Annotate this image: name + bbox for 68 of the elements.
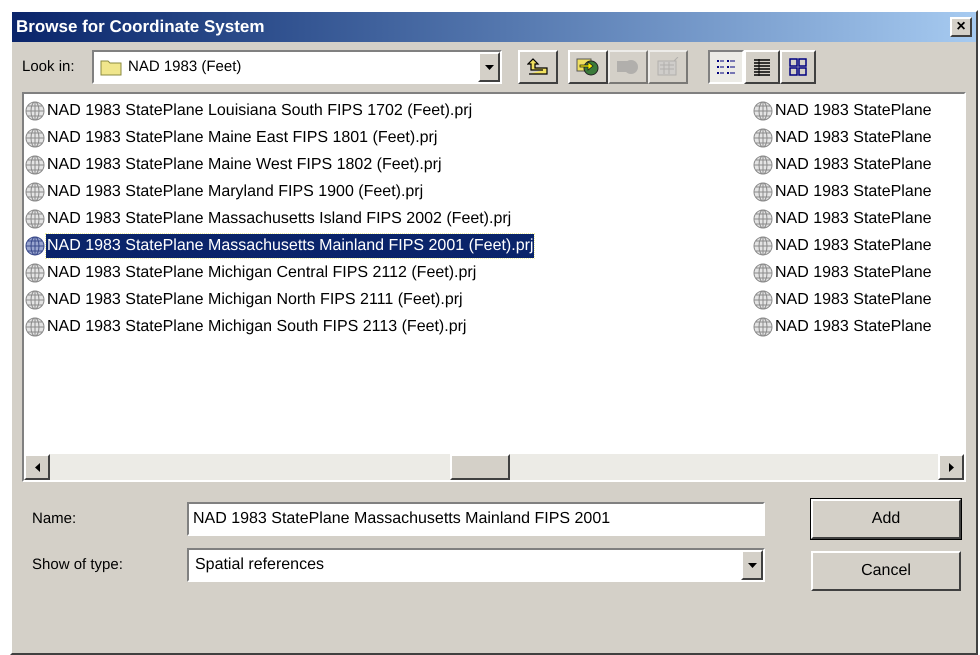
view-button[interactable] <box>708 50 744 84</box>
file-item[interactable]: NAD 1983 StatePlane Maryland FIPS 1900 (Feet).prj <box>24 178 752 205</box>
toolbar-button[interactable] <box>568 50 608 84</box>
details-view-icon <box>752 58 772 76</box>
file-name: NAD 1983 StatePlane Massachusetts Mainland FIPS 2001 (Feet).prj <box>46 234 534 258</box>
file-name: NAD 1983 StatePlane <box>774 316 933 336</box>
file-name: NAD 1983 StatePlane Maine East FIPS 1801 (Feet).prj <box>46 128 438 148</box>
file-name: NAD 1983 StatePlane <box>774 182 933 202</box>
file-item[interactable]: NAD 1983 StatePlane Maine East FIPS 1801 (Feet).prj <box>24 124 752 151</box>
file-item[interactable]: NAD 1983 StatePlane Michigan Central FIPS 2112 (Feet).prj <box>24 259 752 286</box>
file-item[interactable]: NAD 1983 StatePlane <box>752 286 964 313</box>
scroll-thumb[interactable] <box>450 454 510 480</box>
file-name: NAD 1983 StatePlane Louisiana South FIPS 1702 (Feet).prj <box>46 100 474 120</box>
file-name: NAD 1983 StatePlane Maryland FIPS 1900 (Feet).prj <box>46 182 424 202</box>
file-item[interactable]: NAD 1983 StatePlane <box>752 124 964 151</box>
dropdown-button[interactable] <box>478 52 500 82</box>
file-item[interactable]: NAD 1983 StatePlane <box>752 97 964 124</box>
list-view-icon <box>716 58 736 76</box>
thumbnails-view-icon <box>788 58 808 76</box>
file-name: NAD 1983 StatePlane <box>774 290 933 310</box>
window-title: Browse for Coordinate System <box>16 16 264 38</box>
file-name: NAD 1983 StatePlane Massachusetts Island FIPS 2002 (Feet).prj <box>46 208 512 228</box>
dialog-button[interactable]: Add <box>811 499 961 539</box>
file-name: NAD 1983 StatePlane <box>774 208 933 228</box>
type-label: Show of type: <box>32 554 124 575</box>
globe-arrow-icon <box>576 57 600 77</box>
dialog-button[interactable]: Cancel <box>811 551 961 591</box>
name-label: Name: <box>32 508 78 529</box>
horizontal-scrollbar[interactable] <box>24 454 964 480</box>
name-field[interactable]: NAD 1983 StatePlane Massachusetts Mainland FIPS 2001 <box>187 502 765 536</box>
file-item[interactable]: NAD 1983 StatePlane <box>752 178 964 205</box>
file-item[interactable]: NAD 1983 StatePlane Michigan North FIPS 2111 (Feet).prj <box>24 286 752 313</box>
scroll-right-button[interactable] <box>938 454 964 480</box>
file-item[interactable]: NAD 1983 StatePlane Michigan South FIPS 2113 (Feet).prj <box>24 313 752 340</box>
file-item[interactable]: NAD 1983 StatePlane <box>752 205 964 232</box>
folder-icon <box>100 58 122 76</box>
left-arrow-icon <box>34 462 40 472</box>
file-name: NAD 1983 StatePlane <box>774 154 933 174</box>
right-arrow-icon <box>948 462 954 472</box>
look-in-label: Look in: <box>22 56 76 77</box>
file-name: NAD 1983 StatePlane <box>774 128 933 148</box>
file-item[interactable]: NAD 1983 StatePlane Massachusetts Mainland FIPS 2001 (Feet).prj <box>24 232 752 259</box>
file-item[interactable]: NAD 1983 StatePlane Louisiana South FIPS 1702 (Feet).prj <box>24 97 752 124</box>
file-item[interactable]: NAD 1983 StatePlane <box>752 151 964 178</box>
type-value: Spatial references <box>194 555 325 575</box>
file-name: NAD 1983 StatePlane Michigan South FIPS 2113 (Feet).prj <box>46 316 468 336</box>
file-name: NAD 1983 StatePlane <box>774 236 933 256</box>
scroll-left-button[interactable] <box>24 454 50 480</box>
file-item[interactable]: NAD 1983 StatePlane <box>752 259 964 286</box>
file-item[interactable]: NAD 1983 StatePlane Massachusetts Island FIPS 2002 (Feet).prj <box>24 205 752 232</box>
file-name: NAD 1983 StatePlane Maine West FIPS 1802 (Feet).prj <box>46 154 443 174</box>
look-in-value: NAD 1983 (Feet) <box>128 56 242 77</box>
file-name: NAD 1983 StatePlane Michigan Central FIPS 2112 (Feet).prj <box>46 262 478 282</box>
file-item[interactable]: NAD 1983 StatePlane <box>752 232 964 259</box>
up-folder-icon <box>527 58 549 76</box>
caret-icon <box>484 64 494 70</box>
dropdown-button[interactable] <box>741 550 763 580</box>
file-name: NAD 1983 StatePlane Michigan North FIPS 2111 (Feet).prj <box>46 290 464 310</box>
look-in-dropdown[interactable]: NAD 1983 (Feet) <box>92 50 502 84</box>
toolbar-button[interactable] <box>518 50 558 84</box>
close-button[interactable]: × <box>950 17 972 37</box>
map-sheet-icon <box>656 57 680 77</box>
file-item[interactable]: NAD 1983 StatePlane <box>752 313 964 340</box>
file-name: NAD 1983 StatePlane <box>774 262 933 282</box>
file-item[interactable]: NAD 1983 StatePlane Maine West FIPS 1802 (Feet).prj <box>24 151 752 178</box>
caret-icon <box>748 562 756 568</box>
file-name: NAD 1983 StatePlane <box>774 100 933 120</box>
type-dropdown[interactable]: Spatial references <box>187 548 765 582</box>
